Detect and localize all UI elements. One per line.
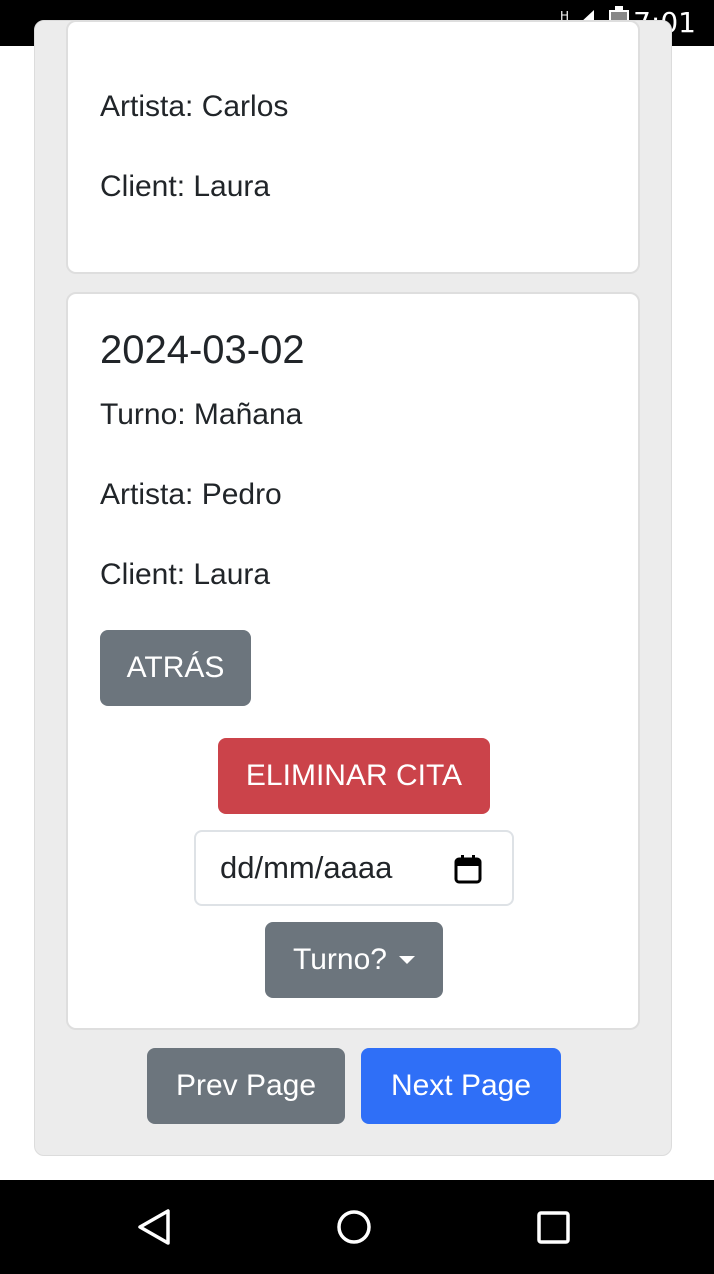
date-input-placeholder: dd/mm/aaaa — [220, 850, 393, 885]
shift-dropdown[interactable]: Turno? — [265, 922, 443, 998]
next-page-button[interactable]: Next Page — [361, 1048, 561, 1124]
client-text: Client: Laura — [100, 170, 271, 203]
shift-dropdown-label: Turno? — [293, 943, 387, 976]
recents-icon[interactable] — [537, 1211, 571, 1245]
calendar-icon[interactable] — [454, 854, 482, 884]
artist-text: Artista: Pedro — [100, 478, 282, 511]
appointment-card-previous: Artista: Carlos Client: Laura — [66, 20, 640, 274]
navigation-bar — [0, 1180, 714, 1274]
delete-appointment-button[interactable]: ELIMINAR CITA — [218, 738, 490, 814]
client-text: Client: Laura — [100, 558, 271, 591]
back-button[interactable]: ATRÁS — [100, 630, 251, 706]
date-input[interactable]: dd/mm/aaaa — [194, 830, 514, 906]
artist-text: Artista: Carlos — [100, 90, 289, 123]
appointment-card: 2024-03-02 Turno: Mañana Artista: Pedro … — [66, 292, 640, 1030]
caret-down-icon — [398, 956, 415, 964]
home-icon[interactable] — [336, 1209, 372, 1245]
appointment-date: 2024-03-02 — [100, 328, 305, 372]
shift-text: Turno: Mañana — [100, 398, 303, 431]
prev-page-button[interactable]: Prev Page — [147, 1048, 345, 1124]
back-icon[interactable] — [136, 1208, 172, 1246]
